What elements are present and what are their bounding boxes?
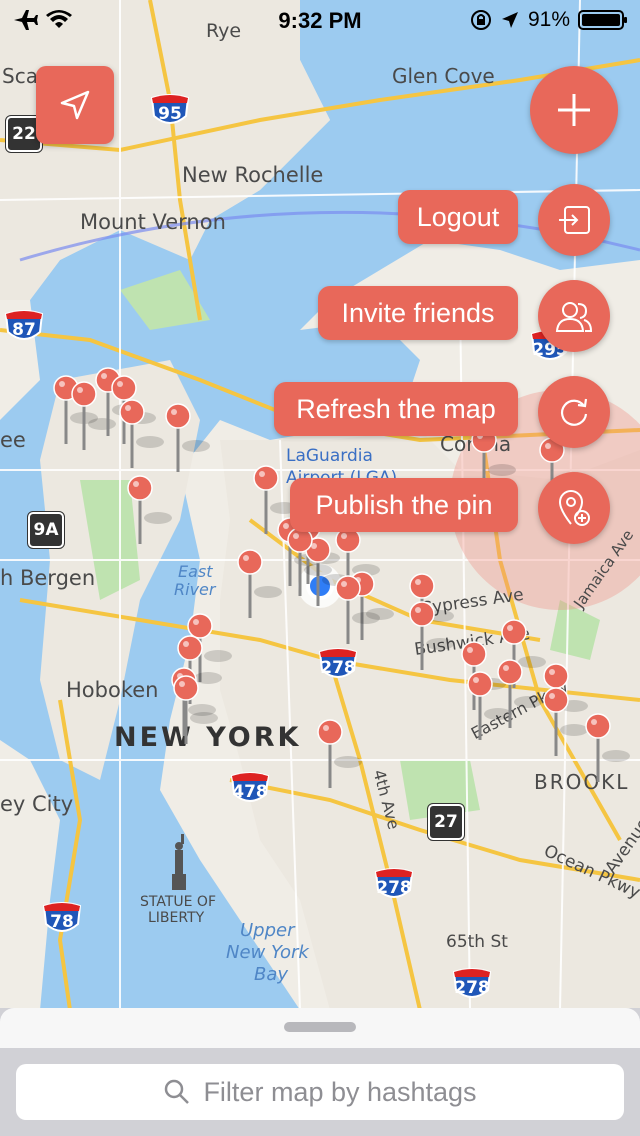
navigation-arrow-icon: [60, 90, 90, 120]
bottom-sheet: Filter map by hashtags: [0, 1008, 640, 1136]
refresh-map-button[interactable]: Refresh the map: [274, 382, 518, 436]
status-left: [12, 9, 72, 31]
battery-icon: [578, 10, 627, 30]
logout-button[interactable]: Logout: [398, 190, 518, 244]
map-pin[interactable]: [119, 399, 164, 468]
locate-me-button[interactable]: [36, 66, 114, 144]
map-pin[interactable]: [237, 549, 282, 618]
location-arrow-icon: [501, 12, 518, 28]
logout-icon: [559, 206, 590, 234]
map-pin[interactable]: [543, 687, 588, 756]
map-pin[interactable]: [317, 719, 362, 788]
refresh-icon: [560, 398, 588, 426]
logout-fab[interactable]: [538, 184, 610, 256]
search-placeholder: Filter map by hashtags: [203, 1076, 477, 1107]
wifi-icon: [46, 10, 72, 28]
invite-friends-fab[interactable]: [538, 280, 610, 352]
sheet-grabber[interactable]: [284, 1022, 356, 1032]
invite-friends-button[interactable]: Invite friends: [318, 286, 518, 340]
map-pin[interactable]: [585, 713, 630, 782]
status-right: 91%: [470, 8, 628, 32]
app-screen: Rye Glen Cove New Rochelle Mount Vernon …: [0, 0, 640, 1136]
publish-pin-button[interactable]: Publish the pin: [290, 478, 518, 532]
refresh-map-fab[interactable]: [538, 376, 610, 448]
map-pin[interactable]: [127, 475, 172, 544]
add-pin-icon: [558, 490, 590, 526]
plus-icon: [558, 94, 590, 126]
search-icon: [165, 1079, 190, 1104]
battery-percent: 91%: [527, 8, 570, 31]
add-button[interactable]: [530, 66, 618, 154]
hashtag-search-field[interactable]: Filter map by hashtags: [16, 1064, 624, 1120]
orientation-lock-icon: [470, 10, 491, 30]
status-bar: 9:32 PM 91%: [0, 0, 640, 40]
publish-pin-fab[interactable]: [538, 472, 610, 544]
map-pin[interactable]: [165, 403, 210, 472]
users-icon: [555, 302, 593, 332]
airplane-icon: [14, 10, 38, 30]
